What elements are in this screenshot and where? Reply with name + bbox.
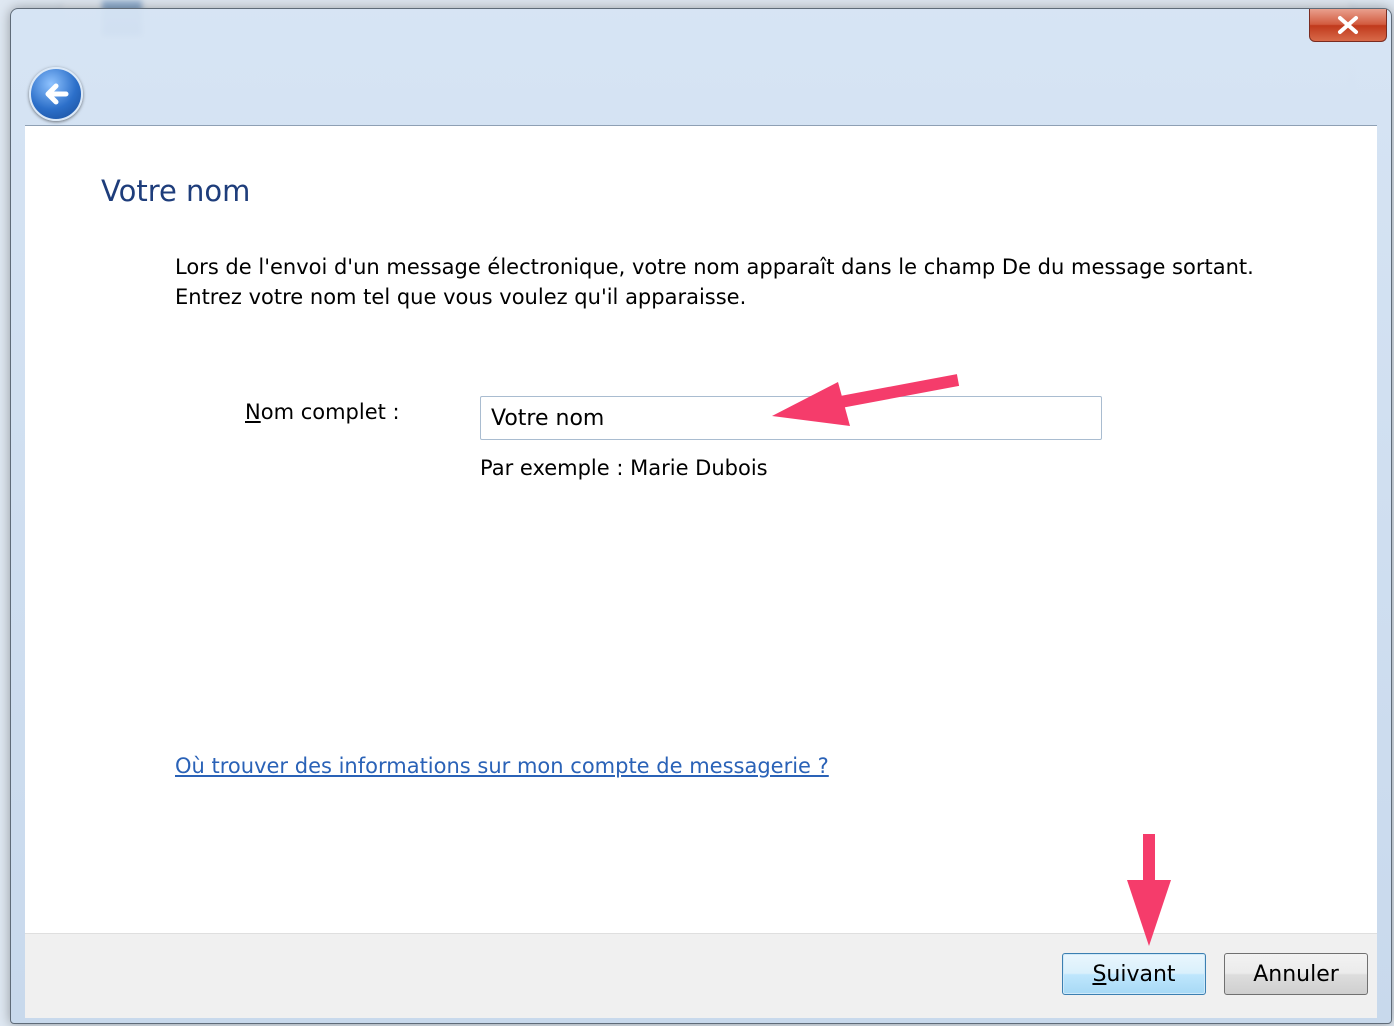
next-button-accelerator: S [1092, 961, 1107, 987]
example-hint: Par exemple : Marie Dubois [480, 456, 768, 480]
full-name-input[interactable] [480, 396, 1102, 440]
button-bar: Suivant Annuler [25, 933, 1377, 1018]
close-button[interactable] [1309, 9, 1387, 42]
full-name-label: Nom complet : [245, 400, 400, 424]
page-title: Votre nom [101, 174, 251, 208]
help-link[interactable]: Où trouver des informations sur mon comp… [175, 754, 829, 778]
description-line-1: Lors de l'envoi d'un message électroniqu… [175, 255, 1254, 279]
content-panel: Votre nom Lors de l'envoi d'un message é… [25, 125, 1377, 934]
description-line-2: Entrez votre nom tel que vous voulez qu'… [175, 285, 747, 309]
back-arrow-icon [45, 83, 69, 105]
full-name-label-text: om complet : [260, 400, 400, 424]
next-button-label: uivant [1106, 961, 1176, 987]
email-account-dialog: Votre nom Lors de l'envoi d'un message é… [10, 8, 1392, 1024]
next-button[interactable]: Suivant [1062, 953, 1206, 995]
close-icon [1338, 16, 1358, 34]
cancel-button[interactable]: Annuler [1224, 953, 1368, 995]
description: Lors de l'envoi d'un message électroniqu… [175, 252, 1325, 312]
full-name-label-accelerator: N [245, 400, 261, 424]
back-button[interactable] [29, 67, 83, 121]
